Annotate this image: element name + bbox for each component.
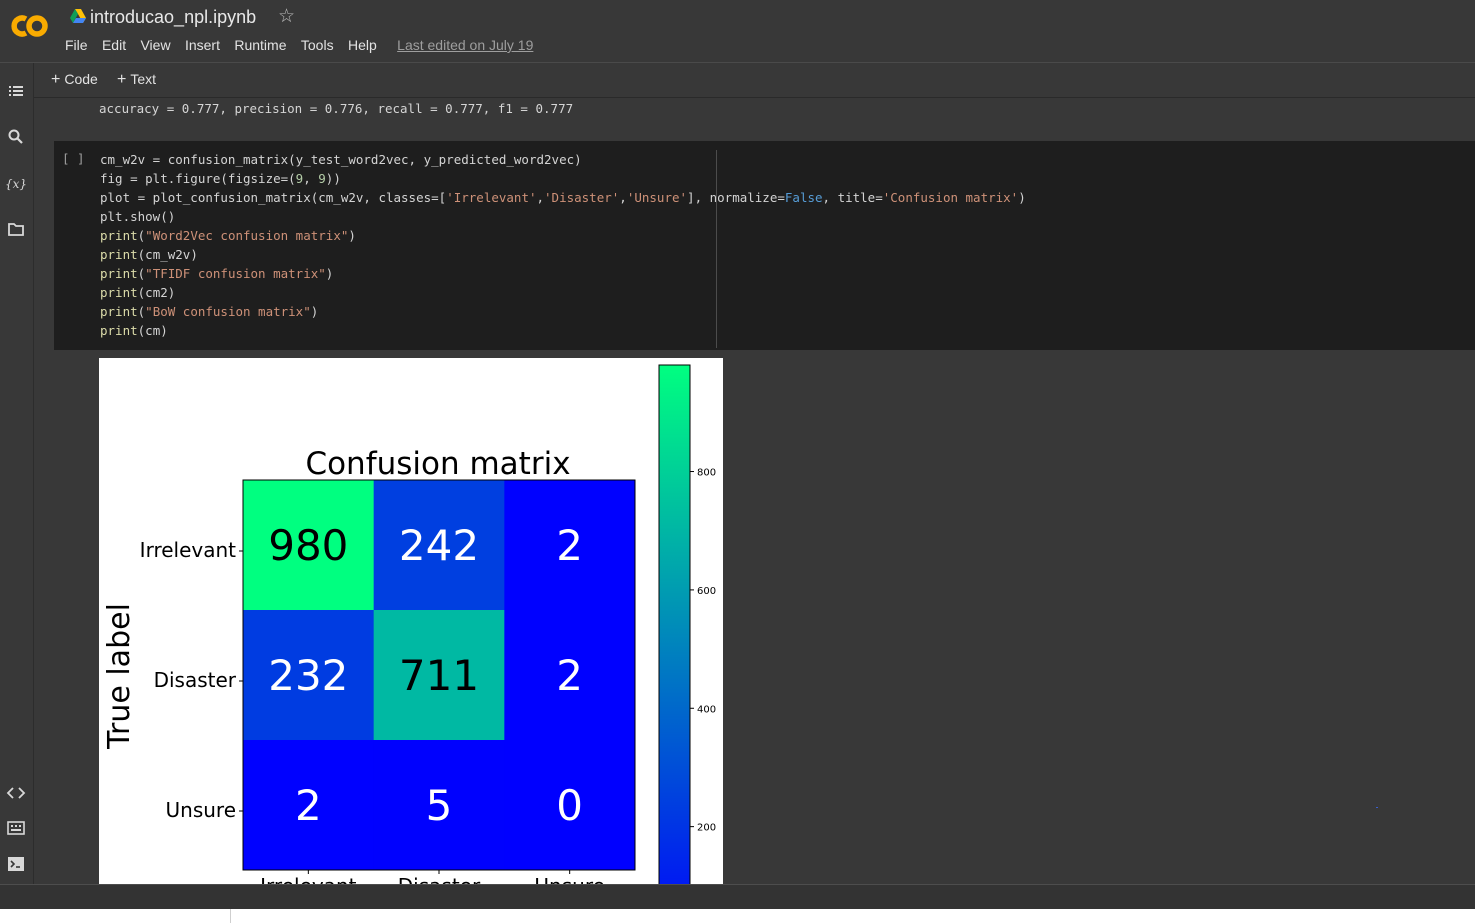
status-bar [0,884,1475,910]
y-tick-label: Unsure [166,798,237,822]
y-axis-label: True label [102,603,137,750]
plus-icon: + [117,71,127,88]
run-cell-button[interactable]: [ ] [62,151,85,166]
command-palette-icon[interactable] [6,818,26,838]
stray-pixel [1376,807,1378,808]
notebook-header: introducao_npl.ipynb ☆ File Edit View In… [0,0,1475,63]
x-tick-label: Disaster [398,874,481,884]
y-tick-label: Irrelevant [140,538,236,562]
add-text-button[interactable]: + Text [117,71,156,89]
search-icon[interactable] [6,127,26,147]
star-outline-icon[interactable]: ☆ [278,5,295,28]
menu-view[interactable]: View [140,37,170,53]
add-text-label: Text [130,71,157,87]
colorbar [658,364,691,884]
code-line[interactable]: print(cm2) [100,283,1026,302]
code-line[interactable]: print("BoW confusion matrix") [100,302,1026,321]
cell-value-label: 5 [426,781,453,830]
colorbar-tick-label: 200 [697,823,716,834]
code-line[interactable]: cm_w2v = confusion_matrix(y_test_word2ve… [100,150,1026,169]
plus-icon: + [51,71,61,88]
code-line[interactable]: fig = plt.figure(figsize=(9, 9)) [100,169,1026,188]
cell-value-label: 980 [268,521,348,570]
code-line[interactable]: print(cm_w2v) [100,245,1026,264]
notebook-toolbar: + Code + Text [34,63,1475,98]
cell-value-label: 242 [399,521,479,570]
cell-value-label: 2 [556,651,583,700]
x-tick-labels: Irrelevant Disaster Unsure [260,870,605,884]
cell-value-label: 0 [556,781,583,830]
x-tick-label: Irrelevant [260,874,356,884]
chart-title: Confusion matrix [305,446,570,482]
add-code-label: Code [64,71,98,87]
code-line[interactable]: plot = plot_confusion_matrix(cm_w2v, cla… [100,188,1026,207]
bottom-divider [230,909,231,923]
code-line[interactable]: print(cm) [100,321,1026,340]
code-line[interactable]: print("TFIDF confusion matrix") [100,264,1026,283]
terminal-icon[interactable] [6,854,26,874]
table-of-contents-icon[interactable] [6,81,26,101]
cell-value-label: 2 [556,521,583,570]
colorbar-tick-label: 400 [697,704,716,715]
cell-value-label: 2 [295,781,322,830]
y-tick-labels: Irrelevant Disaster Unsure [140,538,243,822]
menu-file[interactable]: File [65,37,88,53]
notebook-title[interactable]: introducao_npl.ipynb [90,7,256,28]
confusion-matrix-chart: Confusion matrix 980 242 2 232 711 2 2 5 0 Irrel… [102,364,716,884]
add-code-button[interactable]: + Code [51,71,98,89]
colorbar-ticks: 200 400 600 800 [690,468,716,834]
menu-runtime[interactable]: Runtime [234,37,286,53]
bottom-strip [0,909,1475,923]
x-tick-label: Unsure [534,874,605,884]
variables-icon[interactable]: {x} [6,173,26,193]
code-line[interactable]: plt.show() [100,207,1026,226]
colab-logo[interactable] [8,12,50,40]
menu-edit[interactable]: Edit [102,37,126,53]
cell-value-label: 232 [268,651,348,700]
variables-glyph: {x} [6,177,26,191]
code-cell[interactable]: [ ] cm_w2v = confusion_matrix(y_test_wor… [54,141,1475,350]
line-length-ruler [716,150,717,348]
colorbar-tick-label: 600 [697,586,716,597]
colorbar-tick-label: 800 [697,468,716,479]
menu-insert[interactable]: Insert [185,37,220,53]
previous-cell-output: accuracy = 0.777, precision = 0.776, rec… [99,101,574,116]
menu-help[interactable]: Help [348,37,377,53]
code-snippets-icon[interactable] [6,783,26,803]
last-edited-link[interactable]: Last edited on July 19 [397,37,533,53]
left-sidebar: {x} [0,63,34,884]
menu-tools[interactable]: Tools [301,37,334,53]
code-line[interactable]: print("Word2Vec confusion matrix") [100,226,1026,245]
notebook-content[interactable]: accuracy = 0.777, precision = 0.776, rec… [34,98,1475,884]
cell-value-label: 711 [399,651,479,700]
google-drive-icon[interactable] [70,9,86,23]
code-editor[interactable]: cm_w2v = confusion_matrix(y_test_word2ve… [100,150,1026,340]
menu-bar: File Edit View Insert Runtime Tools Help… [65,37,533,53]
cell-output-figure: Confusion matrix 980 242 2 232 711 2 2 5 0 Irrel… [99,358,723,884]
files-icon[interactable] [6,219,26,239]
y-tick-label: Disaster [154,668,237,692]
